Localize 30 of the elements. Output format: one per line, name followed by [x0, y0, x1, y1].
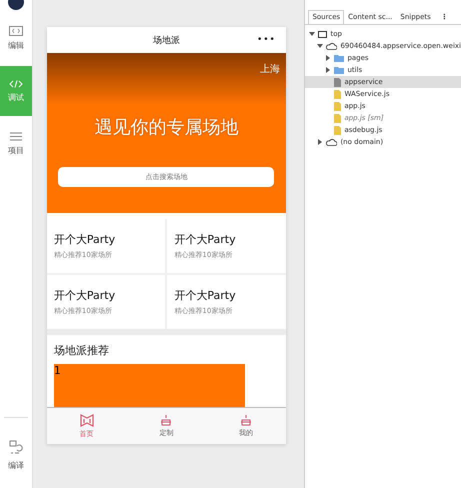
- menu-icon: [10, 132, 22, 141]
- page-title: 场地派: [152, 34, 180, 46]
- frame-icon: [318, 30, 328, 38]
- section-title: 场地派推荐: [54, 343, 110, 358]
- cake-icon: [240, 414, 252, 426]
- city-label[interactable]: 上海: [260, 62, 280, 76]
- sidebar-item[interactable]: 项目: [0, 124, 32, 164]
- card-title: 开个大Party: [174, 288, 237, 303]
- folder-icon: [334, 54, 344, 62]
- more-button[interactable]: •••: [256, 35, 276, 45]
- sidebar-item[interactable]: 编辑: [0, 18, 32, 58]
- expanded-arrow-icon[interactable]: [309, 31, 316, 37]
- carousel-slide[interactable]: 1: [54, 364, 245, 407]
- collapsed-arrow-icon[interactable]: [325, 55, 332, 61]
- card-title: 开个大Party: [54, 232, 116, 247]
- cake-icon: [160, 414, 172, 426]
- card-title: 开个大Party: [174, 232, 237, 247]
- cloud-icon: [326, 42, 338, 50]
- expanded-arrow-icon[interactable]: [317, 43, 324, 49]
- card-title: 开个大Party: [54, 288, 116, 303]
- code-icon: [9, 80, 24, 88]
- folder-icon: [334, 66, 344, 74]
- collapsed-arrow-icon[interactable]: [317, 139, 324, 145]
- cloud-icon: [326, 138, 338, 146]
- home-icon: [80, 414, 94, 426]
- sidebar-item[interactable]: 编译: [0, 430, 32, 480]
- compile-icon: [9, 440, 24, 456]
- code-icon: [9, 26, 24, 36]
- banner-headline: 遇见你的专属场地: [94, 116, 238, 139]
- collapsed-arrow-icon[interactable]: [325, 67, 332, 73]
